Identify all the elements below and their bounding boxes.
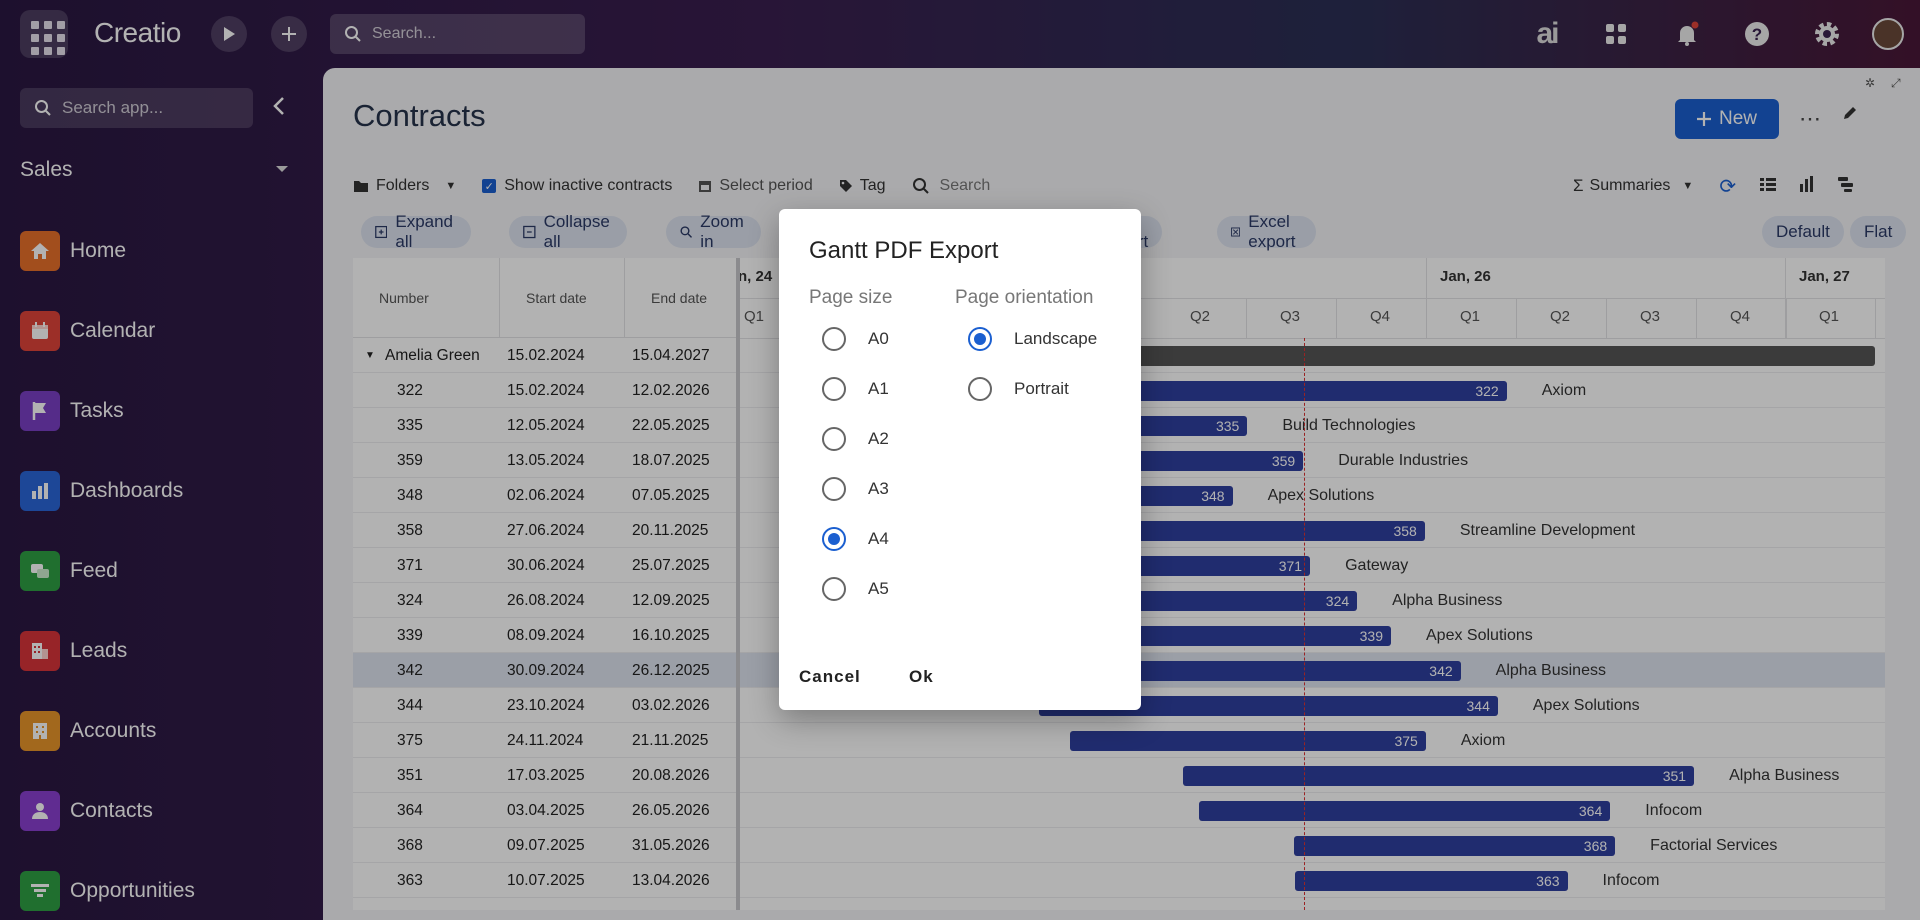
dialog-title: Gantt PDF Export [809,237,999,264]
radio-button[interactable] [822,327,846,351]
radio-button[interactable] [822,577,846,601]
option-label: Landscape [1014,329,1098,348]
option-label: A5 [868,579,889,598]
radio-button[interactable] [822,377,846,401]
radio-button[interactable] [968,327,992,351]
page-orientation-label: Page orientation [955,287,1094,308]
page-size-option-a3[interactable]: A3 [822,474,889,504]
page-size-option-a0[interactable]: A0 [822,324,889,354]
page-size-option-a4[interactable]: A4 [822,524,889,554]
page-size-option-a5[interactable]: A5 [822,574,889,604]
radio-button[interactable] [968,377,992,401]
option-label: A4 [868,529,889,548]
cancel-button[interactable]: Cancel [799,667,861,687]
option-label: A0 [868,329,889,348]
page-size-label: Page size [809,287,893,308]
option-label: A1 [868,379,889,398]
radio-button[interactable] [822,427,846,451]
orientation-option-landscape[interactable]: Landscape [968,324,1097,354]
radio-button[interactable] [822,527,846,551]
page-size-option-a2[interactable]: A2 [822,424,889,454]
option-label: A2 [868,429,889,448]
gantt-pdf-export-dialog: Gantt PDF Export Page size Page orientat… [779,209,1141,710]
option-label: A3 [868,479,889,498]
orientation-option-portrait[interactable]: Portrait [968,374,1069,404]
ok-button[interactable]: Ok [909,667,934,687]
radio-button[interactable] [822,477,846,501]
option-label: Portrait [1014,379,1069,398]
page-size-option-a1[interactable]: A1 [822,374,889,404]
